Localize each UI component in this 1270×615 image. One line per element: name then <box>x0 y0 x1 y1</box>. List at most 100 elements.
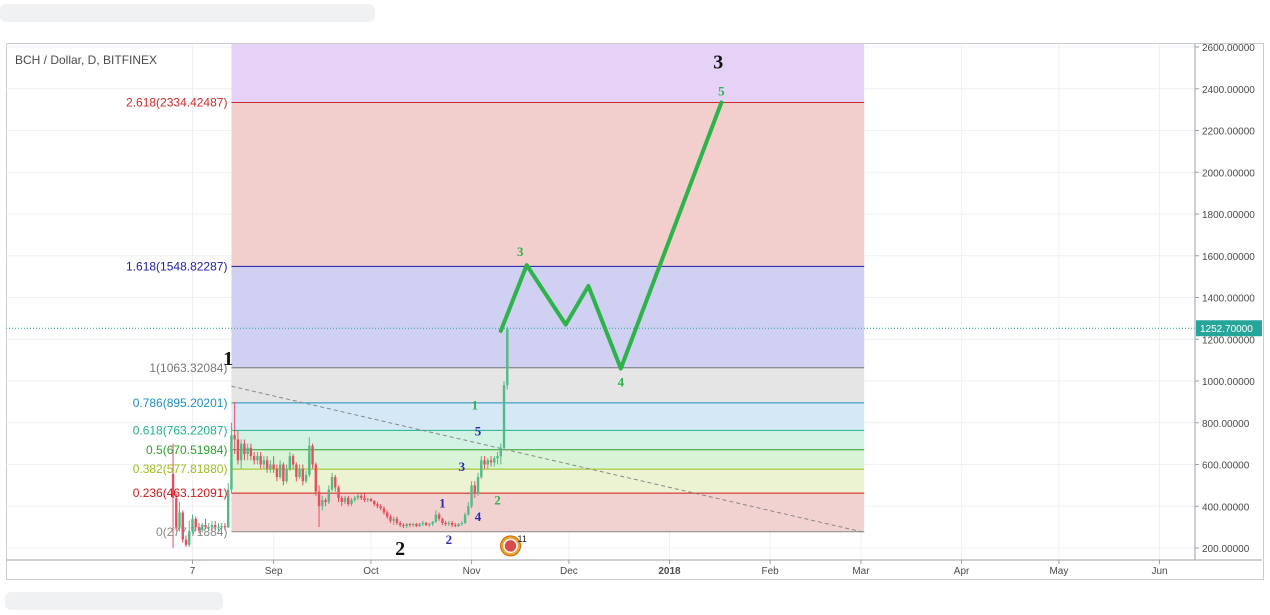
candle-body <box>233 435 236 440</box>
candle-body <box>343 497 347 503</box>
candle-body <box>366 498 369 500</box>
y-tick-label: 1800.00000 <box>1202 210 1255 221</box>
candle-body <box>428 523 431 526</box>
candle-body <box>460 522 464 524</box>
current-price-value: 1252.70000 <box>1200 324 1253 335</box>
candle-body <box>415 523 418 527</box>
y-tick-label: 1600.00000 <box>1202 252 1255 263</box>
fib-level-label: 0.382(577.81880) <box>133 462 228 476</box>
y-tick-label: 1000.00000 <box>1202 377 1255 388</box>
candle-body <box>476 477 480 494</box>
candle-body <box>483 460 486 465</box>
wave-label: 2 <box>494 493 501 508</box>
candle-body <box>502 385 506 448</box>
candle-body <box>347 497 350 505</box>
candle-body <box>327 489 330 503</box>
y-tick-label: 800.00000 <box>1202 419 1250 430</box>
candle-body <box>243 443 246 455</box>
candle-body <box>291 456 295 465</box>
x-tick-label: May <box>1049 566 1068 577</box>
candle-body <box>392 518 395 521</box>
candle-body <box>236 439 240 461</box>
candle-body <box>184 539 188 545</box>
candle-body <box>311 445 314 465</box>
candle-body <box>314 464 318 492</box>
x-tick-label: Nov <box>463 566 481 577</box>
y-tick-label: 600.00000 <box>1202 461 1250 472</box>
candle-body <box>272 464 275 469</box>
wave-label: 3 <box>517 244 524 259</box>
candle-body <box>363 497 366 500</box>
candle-body <box>256 456 259 461</box>
candle-body <box>304 474 308 482</box>
candle-body <box>382 508 386 513</box>
candle-body <box>467 506 470 515</box>
candle-body <box>269 464 272 469</box>
fib-level-label: 1(1063.32084) <box>149 361 227 375</box>
candle-body <box>340 497 343 503</box>
wave-label: 3 <box>713 52 723 74</box>
candle-body <box>376 504 379 507</box>
price-chart[interactable]: 11 2.618(2334.42487) 1.618(1548.82287) 1(10… <box>0 0 1270 615</box>
candle-body <box>334 477 337 488</box>
candle-body <box>434 514 438 522</box>
candle-body <box>395 518 399 523</box>
wave-label: 3 <box>459 459 466 474</box>
y-tick-label: 2600.00000 <box>1202 43 1255 54</box>
candle-body <box>402 525 405 527</box>
candle-body <box>405 523 408 527</box>
candle-body <box>386 512 389 517</box>
y-tick-label: 2400.00000 <box>1202 85 1255 96</box>
candle-body <box>175 497 178 528</box>
wave-label: 1 <box>223 348 233 370</box>
x-tick-label: Apr <box>954 566 970 577</box>
candle-body <box>450 522 454 526</box>
wave-label: 4 <box>618 375 625 390</box>
y-tick-label: 400.00000 <box>1202 502 1250 513</box>
candle-body <box>252 456 256 461</box>
event-badge-count: 11 <box>518 534 527 544</box>
candle-body <box>499 447 502 457</box>
x-tick-label: Oct <box>363 566 379 577</box>
candle-body <box>389 516 392 521</box>
candle-body <box>295 464 298 478</box>
candle-body <box>457 523 460 527</box>
fib-band <box>231 430 865 450</box>
candle-body <box>369 498 373 502</box>
wave-label: 5 <box>475 424 482 439</box>
candle-body <box>506 328 509 386</box>
candle-body <box>321 499 324 507</box>
wave-label: 2 <box>446 532 453 547</box>
candle-body <box>496 456 499 459</box>
x-tick-label: Sep <box>265 566 283 577</box>
candle-body <box>262 460 266 465</box>
candle-body <box>275 468 279 478</box>
wave-label: 2 <box>395 538 405 560</box>
fib-band <box>231 402 865 431</box>
candle-body <box>353 497 356 500</box>
candle-body <box>360 495 363 498</box>
fib-band <box>231 266 865 368</box>
fib-level-label: 0.5(670.51984) <box>146 443 227 457</box>
candle-body <box>230 435 233 490</box>
candle-body <box>437 514 441 519</box>
fib-level-label: 0.786(895.20201) <box>133 396 228 410</box>
candle-body <box>265 460 269 469</box>
x-tick-label: Feb <box>761 566 779 577</box>
wave-label: 4 <box>475 509 482 524</box>
candle-body <box>239 443 243 461</box>
fib-level-label: 2.618(2334.42487) <box>126 95 227 109</box>
candle-body <box>408 523 412 526</box>
y-tick-label: 2200.00000 <box>1202 127 1255 138</box>
wave-label: 5 <box>718 83 725 98</box>
candle-body <box>444 522 447 524</box>
fib-band <box>231 102 865 267</box>
candle-body <box>285 468 288 482</box>
x-tick-label: Mar <box>852 566 870 577</box>
fib-level-label: 1.618(1548.82287) <box>126 259 227 273</box>
candle-body <box>356 495 360 498</box>
fib-level-label: 0.618(763.22087) <box>133 423 228 437</box>
candle-body <box>486 460 489 465</box>
x-tick-label: 7 <box>190 566 196 577</box>
candle-body <box>301 468 305 482</box>
